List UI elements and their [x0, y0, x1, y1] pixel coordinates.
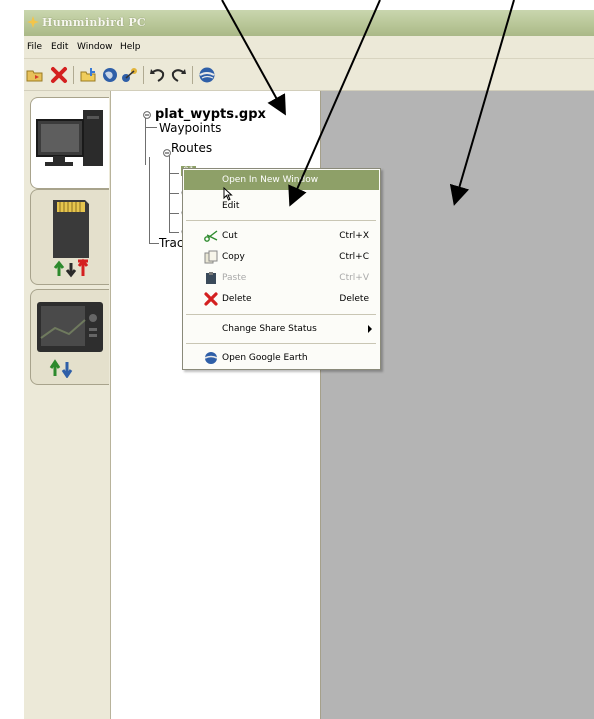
- computer-monitor-icon: [36, 110, 103, 166]
- menu-item-delete[interactable]: Delete Delete: [184, 289, 379, 309]
- tree-node-tracks[interactable]: Trac: [159, 236, 183, 250]
- waypoint-route-icon[interactable]: [121, 66, 139, 84]
- delete-x-icon: [204, 292, 218, 306]
- menu-separator: [186, 314, 376, 315]
- globe-icon[interactable]: [101, 66, 119, 84]
- tab-fishfinder-unit[interactable]: [30, 289, 109, 385]
- tree-connector: [145, 113, 146, 165]
- menu-item-edit[interactable]: Edit: [184, 196, 379, 216]
- undo-icon[interactable]: [149, 66, 167, 84]
- tree-root-file[interactable]: plat_wypts.gpx: [155, 107, 266, 122]
- copy-icon: [204, 250, 218, 264]
- menu-bar: File Edit Window Help: [24, 38, 594, 59]
- tree-node-waypoints[interactable]: Waypoints: [159, 121, 221, 135]
- toolbar-separator: [143, 66, 144, 84]
- menu-item-open-in-new-window[interactable]: Open In New Window: [184, 170, 379, 190]
- tab-sd-card[interactable]: [30, 189, 109, 285]
- tree-connector: [149, 157, 150, 243]
- redo-icon[interactable]: [169, 66, 187, 84]
- tree-connector: [169, 156, 170, 232]
- menu-separator: [186, 220, 376, 221]
- menu-item-open-google-earth[interactable]: Open Google Earth: [184, 348, 379, 368]
- menu-help[interactable]: Help: [120, 42, 141, 52]
- menu-window[interactable]: Window: [77, 42, 113, 52]
- toolbar-separator: [73, 66, 74, 84]
- toolbar: [24, 60, 594, 91]
- google-earth-icon[interactable]: [198, 66, 216, 84]
- tree-connector: [169, 232, 179, 233]
- scissors-icon: [204, 230, 218, 242]
- tree-connector: [145, 127, 157, 128]
- tree-connector: [169, 193, 179, 194]
- open-folder-icon[interactable]: [26, 66, 44, 84]
- tree-connector: [149, 243, 159, 244]
- menu-item-cut[interactable]: Cut Ctrl+X: [184, 226, 379, 246]
- menu-item-paste[interactable]: Paste Ctrl+V: [184, 268, 379, 288]
- tab-computer[interactable]: [30, 97, 109, 189]
- menu-file[interactable]: File: [27, 42, 42, 52]
- delete-x-icon[interactable]: [50, 66, 68, 84]
- title-bar: Humminbird PC: [24, 10, 594, 36]
- collapse-toggle-icon[interactable]: [143, 111, 151, 119]
- submenu-arrow-icon: [368, 325, 372, 333]
- menu-item-copy[interactable]: Copy Ctrl+C: [184, 247, 379, 267]
- context-menu: Open In New Window Edit Cut Ctrl+X Copy …: [182, 168, 381, 370]
- new-file-icon[interactable]: [79, 66, 97, 84]
- device-tabs-column: [24, 91, 111, 719]
- tree-connector: [169, 173, 179, 174]
- toolbar-separator: [192, 66, 193, 84]
- google-earth-icon: [204, 352, 218, 364]
- tree-node-routes[interactable]: Routes: [171, 141, 212, 155]
- sd-card-icon: [53, 200, 89, 278]
- fishfinder-unit-icon: [37, 302, 103, 378]
- humminbird-logo-icon: [27, 16, 39, 28]
- window-title: Humminbird PC: [42, 16, 146, 29]
- collapse-toggle-icon[interactable]: [163, 149, 171, 157]
- paste-icon: [206, 272, 216, 284]
- tree-connector: [169, 213, 179, 214]
- menu-separator: [186, 343, 376, 344]
- menu-edit[interactable]: Edit: [51, 42, 68, 52]
- menu-item-change-share-status[interactable]: Change Share Status: [184, 319, 379, 339]
